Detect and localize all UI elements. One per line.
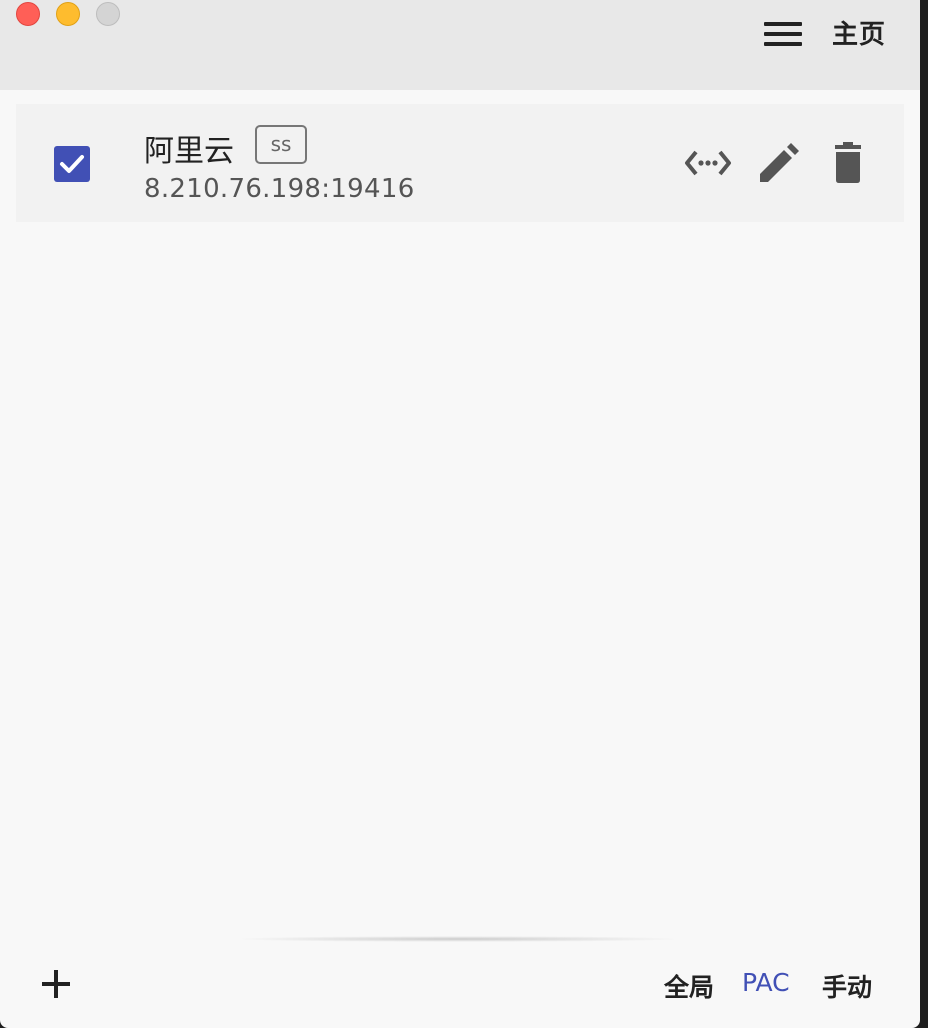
list-bottom-divider (232, 936, 684, 942)
mode-pac-button[interactable]: PAC (742, 968, 790, 997)
mode-manual-button[interactable]: 手动 (822, 968, 872, 1004)
server-select-checkbox[interactable] (54, 146, 90, 182)
mode-global-button[interactable]: 全局 (664, 968, 714, 1004)
server-name: 阿里云 (144, 134, 234, 169)
delete-icon[interactable] (824, 142, 872, 184)
window-maximize-button[interactable] (96, 2, 120, 26)
connection-test-icon[interactable] (684, 142, 732, 184)
add-server-button[interactable] (38, 966, 74, 1002)
server-list-item[interactable]: 阿里云 ss 8.210.76.198:19416 (16, 104, 904, 222)
hamburger-menu-icon[interactable] (764, 20, 802, 48)
server-type-badge: ss (255, 125, 307, 164)
server-address: 8.210.76.198:19416 (144, 174, 415, 204)
background-window-edge (920, 0, 928, 1028)
edit-icon[interactable] (754, 142, 802, 184)
page-title: 主页 (832, 20, 887, 50)
check-icon (60, 155, 84, 173)
app-window: 主页 阿里云 ss 8.210.76.198:19416 全局 PAC 手动 (0, 0, 920, 1028)
plus-icon (42, 970, 70, 998)
title-bar: 主页 (0, 0, 920, 90)
window-minimize-button[interactable] (56, 2, 80, 26)
window-close-button[interactable] (16, 2, 40, 26)
